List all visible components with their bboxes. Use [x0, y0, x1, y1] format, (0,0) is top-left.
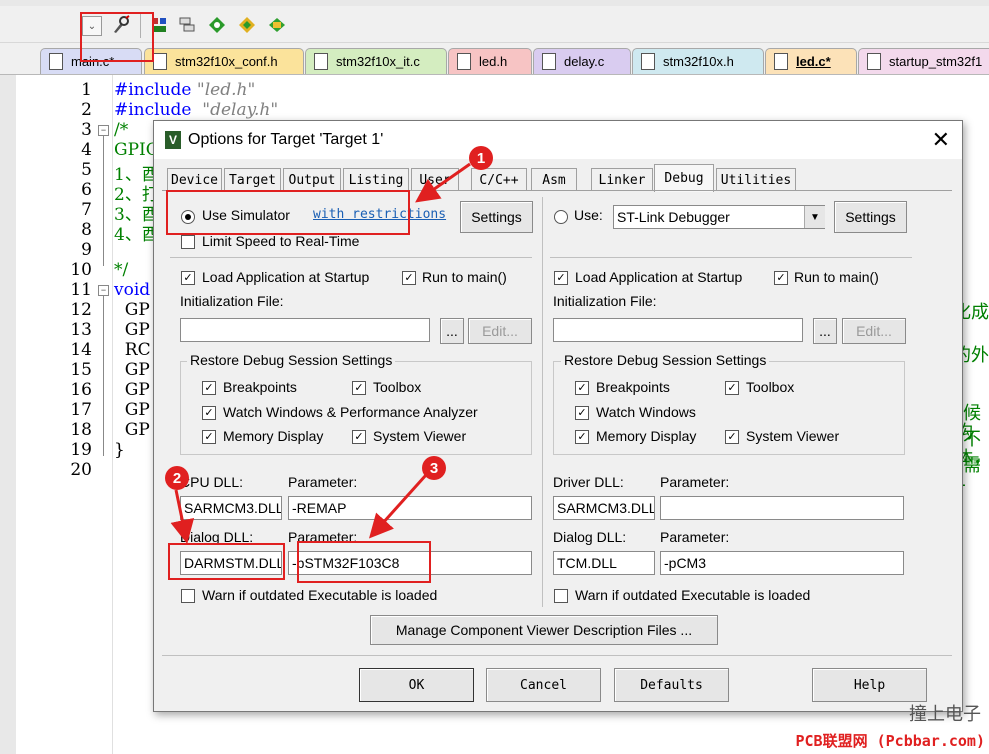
annotation-arrow-2 — [170, 489, 195, 544]
watermark-site: PCB联盟网 (Pcbbar.com) — [795, 732, 986, 750]
watermark-text: 撞上电子 — [909, 704, 981, 724]
annotation-arrow-3 — [368, 473, 428, 539]
annotation-arrows — [170, 162, 471, 544]
annotation-arrow-1 — [415, 162, 471, 203]
